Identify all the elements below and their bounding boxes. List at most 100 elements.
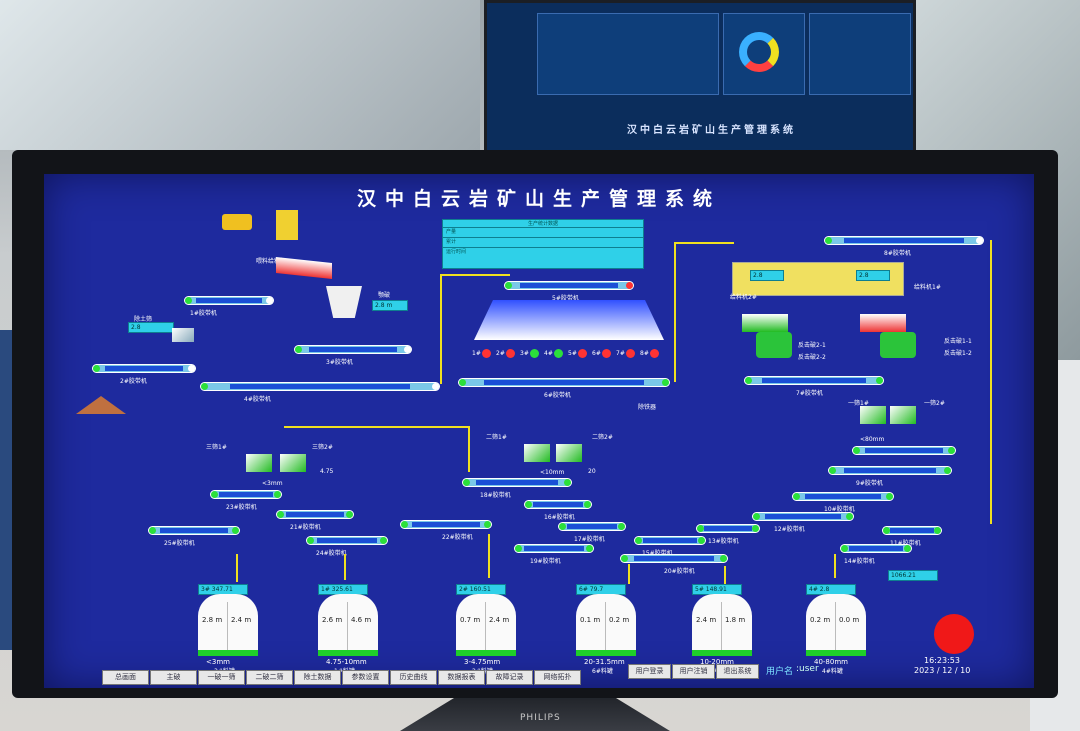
belt-1-label: 1#胶带机	[190, 310, 217, 317]
background-monitor: 汉中白云岩矿山生产管理系统	[484, 0, 916, 160]
scada-screen: 汉中白云岩矿山生产管理系统 生产统计数据 产量 累计 运行时间 喂料给料机 颚破…	[44, 174, 1034, 688]
stockpile-indicator-led[interactable]	[602, 349, 611, 358]
stockpile-indicator-label: 1#	[472, 350, 481, 357]
nav-button[interactable]: 历史曲线	[390, 670, 437, 685]
belt-10[interactable]	[792, 492, 894, 501]
belt-19[interactable]	[514, 544, 594, 553]
nav-button[interactable]: 数据报表	[438, 670, 485, 685]
belt-9[interactable]	[828, 466, 952, 475]
flow-line	[834, 554, 836, 578]
silo-right-level: 4.6 m	[351, 616, 372, 624]
screen-1-2[interactable]	[890, 406, 916, 424]
flow-line	[344, 554, 346, 580]
silo-left-level: 0.7 m	[460, 616, 481, 624]
belt-24[interactable]	[306, 536, 388, 545]
alarm-indicator[interactable]	[934, 614, 974, 654]
screen-2-2-label: 二筛2#	[592, 434, 613, 441]
screen-2-1[interactable]	[524, 444, 550, 462]
belt-11[interactable]	[882, 526, 942, 535]
silo-total: 79.7	[589, 586, 604, 593]
belt-4[interactable]	[200, 382, 440, 391]
nav-button[interactable]: 故障记录	[486, 670, 533, 685]
belt-25[interactable]	[148, 526, 240, 535]
screen-2-2[interactable]	[556, 444, 582, 462]
feeder-2[interactable]	[742, 314, 788, 332]
screen-3-2[interactable]	[280, 454, 306, 472]
feeder-1[interactable]	[860, 314, 906, 332]
truck-icon	[222, 214, 252, 230]
flow-line	[468, 426, 470, 472]
user-label: 用户名	[766, 667, 794, 677]
nav-button[interactable]: 总画面	[102, 670, 149, 685]
silo[interactable]: 0.1 m 0.2 m	[576, 594, 636, 656]
silo-total: 2.8	[819, 586, 830, 593]
impact-crusher-2[interactable]	[756, 332, 792, 358]
belt-8[interactable]	[824, 236, 984, 245]
belt-1[interactable]	[184, 296, 274, 305]
belt-13[interactable]	[696, 524, 760, 533]
belt-12[interactable]	[752, 512, 854, 521]
belt-6[interactable]	[458, 378, 670, 387]
nav-button[interactable]: 一破一筛	[198, 670, 245, 685]
jaw-crusher[interactable]	[326, 286, 362, 318]
stockpile-indicator-led[interactable]	[578, 349, 587, 358]
stockpile-indicator-label: 5#	[568, 350, 577, 357]
crusher-2-1-label: 反击破2-1	[798, 342, 826, 349]
silo[interactable]: 0.2 m 0.0 m	[806, 594, 866, 656]
stockpile-indicator-led[interactable]	[626, 349, 635, 358]
silo-left-level: 0.2 m	[810, 616, 831, 624]
belt-23[interactable]	[210, 490, 282, 499]
user-nav-button[interactable]: 用户登录	[628, 664, 671, 679]
nav-button[interactable]: 网络拓扑	[534, 670, 581, 685]
page-title: 汉中白云岩矿山生产管理系统	[356, 188, 721, 210]
stockpile-indicator-led[interactable]	[506, 349, 515, 358]
belt-14[interactable]	[840, 544, 912, 553]
silo-left-level: 2.4 m	[696, 616, 717, 624]
screen-2-1-label: 二筛1#	[486, 434, 507, 441]
stockpile-indicator-led[interactable]	[650, 349, 659, 358]
silo[interactable]: 2.6 m 4.6 m	[318, 594, 378, 656]
flow-line	[440, 274, 442, 384]
belt-5[interactable]	[504, 281, 634, 290]
belt-21-label: 21#胶带机	[290, 524, 321, 531]
belt-23-label: 23#胶带机	[226, 504, 257, 511]
silo-name-label: 6#料罐	[592, 668, 613, 675]
stockpile-indicator-led[interactable]	[482, 349, 491, 358]
belt-20[interactable]	[620, 554, 728, 563]
crusher-readout: 2.8 m	[372, 300, 408, 311]
silo-tag: 1#	[321, 586, 330, 593]
nav-button[interactable]: 主破	[150, 670, 197, 685]
belt-16[interactable]	[524, 500, 592, 509]
belt-7[interactable]	[744, 376, 884, 385]
stockpile-indicator-led[interactable]	[530, 349, 539, 358]
belt-15[interactable]	[634, 536, 706, 545]
remover-label: 除铁器	[638, 404, 657, 411]
screen-3-1[interactable]	[246, 454, 272, 472]
belt-10-label: 10#胶带机	[824, 506, 855, 513]
flow-line	[236, 554, 238, 582]
belt-22[interactable]	[400, 520, 492, 529]
belt-2[interactable]	[92, 364, 196, 373]
belt-3[interactable]	[294, 345, 412, 354]
belt-24-label: 24#胶带机	[316, 550, 347, 557]
impact-crusher-1[interactable]	[880, 332, 916, 358]
nav-button[interactable]: 参数设置	[342, 670, 389, 685]
silo[interactable]: 0.7 m 2.4 m	[456, 594, 516, 656]
nav-button[interactable]: 除土数据	[294, 670, 341, 685]
screen-1-1[interactable]	[860, 406, 886, 424]
belt-18[interactable]	[462, 478, 572, 487]
belt-17[interactable]	[558, 522, 626, 531]
vibrating-feeder[interactable]	[276, 257, 332, 279]
silo[interactable]: 2.8 m 2.4 m	[198, 594, 258, 656]
crusher-label: 颚破	[378, 292, 391, 299]
background-chart-panel	[537, 13, 719, 95]
silo[interactable]: 2.4 m 1.8 m	[692, 594, 752, 656]
belt-21[interactable]	[276, 510, 354, 519]
stockpile-indicator-led[interactable]	[554, 349, 563, 358]
user-nav-button[interactable]: 退出系统	[716, 664, 759, 679]
belt-8b[interactable]	[852, 446, 956, 455]
belt-12-label: 12#胶带机	[774, 526, 805, 533]
soil-screen[interactable]	[172, 328, 194, 342]
nav-button[interactable]: 二破二筛	[246, 670, 293, 685]
user-nav-button[interactable]: 用户注销	[672, 664, 715, 679]
